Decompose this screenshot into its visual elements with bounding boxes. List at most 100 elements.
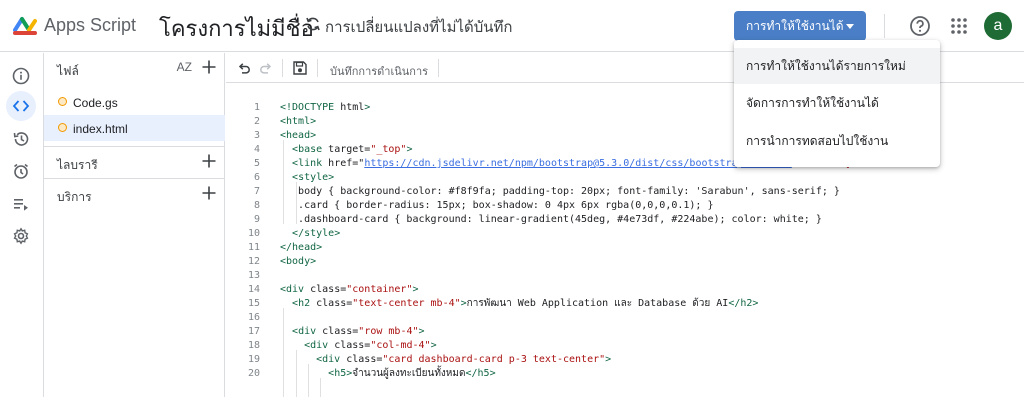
undo-icon[interactable] bbox=[236, 60, 252, 76]
code-text: <h2 class="text-center mb-4">การพัฒนา We… bbox=[292, 298, 759, 309]
add-library-icon[interactable] bbox=[201, 153, 217, 169]
line-number: 10 bbox=[247, 228, 260, 239]
line-number: 7 bbox=[253, 186, 260, 197]
code-text: <h5>จำนวนผู้ลงทะเบียนทั้งหมด</h5> bbox=[328, 368, 496, 379]
code-line: 12 <body> bbox=[226, 255, 1024, 269]
gear-icon bbox=[13, 227, 29, 245]
sort-files-button[interactable]: AZ bbox=[177, 60, 192, 74]
code-text: <div class="col-md-4"> bbox=[304, 340, 437, 351]
line-number: 1 bbox=[253, 102, 260, 113]
new-deployment-item[interactable]: การทำให้ใช้งานได้รายการใหม่ bbox=[734, 48, 940, 84]
code-line: 20 <h5>จำนวนผู้ลงทะเบียนทั้งหมด</h5> bbox=[226, 367, 1024, 381]
services-header-label: บริการ bbox=[57, 190, 92, 204]
files-header-label: ไฟล์ bbox=[57, 64, 79, 78]
code-text: </head> bbox=[280, 242, 323, 253]
file-status-icon bbox=[58, 123, 67, 132]
code-text: <html> bbox=[280, 116, 317, 127]
line-number: 9 bbox=[253, 214, 260, 225]
libraries-header: ไลบรารี bbox=[44, 147, 225, 177]
manage-deployments-item[interactable]: จัดการการทำให้ใช้งานได้ bbox=[734, 85, 940, 121]
left-rail bbox=[0, 53, 44, 397]
code-text: </style> bbox=[292, 228, 341, 239]
divider bbox=[438, 59, 439, 77]
code-line: 10 </style> bbox=[226, 227, 1024, 241]
file-status-icon bbox=[58, 97, 67, 106]
divider bbox=[317, 59, 318, 77]
avatar[interactable]: a bbox=[984, 12, 1012, 40]
code-text: <div class="card dashboard-card p-3 text… bbox=[316, 354, 612, 365]
chevron-down-icon bbox=[846, 24, 854, 29]
rail-overview[interactable] bbox=[6, 61, 36, 91]
line-number: 15 bbox=[247, 298, 260, 309]
line-number: 6 bbox=[253, 172, 260, 183]
apps-script-logo-icon[interactable] bbox=[12, 13, 38, 39]
code-line: 6 <style> bbox=[226, 171, 1024, 185]
code-line: 7 body { background-color: #f8f9fa; padd… bbox=[226, 185, 1024, 199]
google-apps-icon[interactable] bbox=[950, 17, 968, 35]
redo-icon[interactable] bbox=[258, 60, 274, 76]
line-number: 18 bbox=[247, 340, 260, 351]
add-service-icon[interactable] bbox=[201, 185, 217, 201]
code-text: .card { border-radius: 15px; box-shadow:… bbox=[280, 200, 714, 211]
code-text: <div class="row mb-4"> bbox=[292, 326, 425, 337]
code-line: 9 .dashboard-card { background: linear-g… bbox=[226, 213, 1024, 227]
code-text: <base target="_top"> bbox=[292, 144, 413, 155]
file-item-index-html[interactable]: index.html bbox=[44, 115, 225, 141]
rail-triggers[interactable] bbox=[6, 156, 36, 186]
code-text: <!DOCTYPE html> bbox=[280, 102, 371, 113]
rail-editor[interactable] bbox=[6, 91, 36, 121]
line-number: 2 bbox=[253, 116, 260, 127]
deploy-button[interactable]: การทำให้ใช้งานได้ bbox=[734, 11, 866, 41]
save-status: การเปลี่ยนแปลงที่ไม่ได้บันทึก bbox=[325, 19, 513, 36]
alarm-icon bbox=[14, 163, 28, 179]
divider bbox=[282, 59, 283, 77]
code-line: 13 bbox=[226, 269, 1024, 283]
project-title[interactable]: โครงการไม่มีชื่อ bbox=[159, 11, 314, 46]
line-number: 5 bbox=[253, 158, 260, 169]
sync-icon bbox=[306, 17, 320, 31]
code-text: <head> bbox=[280, 130, 317, 141]
line-number: 12 bbox=[247, 256, 260, 267]
add-file-icon[interactable] bbox=[201, 59, 217, 75]
code-text: .dashboard-card { background: linear-gra… bbox=[280, 214, 822, 225]
code-line: 16 bbox=[226, 311, 1024, 325]
rail-executions[interactable] bbox=[6, 189, 36, 219]
save-icon[interactable] bbox=[292, 60, 308, 76]
line-number: 8 bbox=[253, 200, 260, 211]
code-line: 17 <div class="row mb-4"> bbox=[226, 325, 1024, 339]
line-number: 11 bbox=[247, 242, 260, 253]
execution-log-button[interactable]: บันทึกการดำเนินการ bbox=[330, 62, 428, 80]
code-line: 8 .card { border-radius: 15px; box-shado… bbox=[226, 199, 1024, 213]
code-text: <style> bbox=[292, 172, 335, 183]
rail-settings[interactable] bbox=[6, 221, 36, 251]
file-name: index.html bbox=[73, 122, 128, 136]
deploy-menu: การทำให้ใช้งานได้รายการใหม่ จัดการการทำใ… bbox=[734, 40, 940, 167]
line-number: 19 bbox=[247, 354, 260, 365]
help-icon[interactable] bbox=[909, 15, 931, 37]
code-line: 18 <div class="col-md-4"> bbox=[226, 339, 1024, 353]
files-sidebar: ไฟล์ AZ Code.gs index.html ไลบรารี บริกา… bbox=[44, 53, 225, 397]
files-header: ไฟล์ AZ bbox=[44, 53, 225, 83]
line-number: 13 bbox=[247, 270, 260, 281]
code-line: 14 <div class="container"> bbox=[226, 283, 1024, 297]
line-number: 20 bbox=[247, 368, 260, 379]
line-number: 3 bbox=[253, 130, 260, 141]
file-item-code-gs[interactable]: Code.gs bbox=[44, 89, 225, 115]
deploy-button-label: การทำให้ใช้งานได้ bbox=[746, 18, 844, 33]
line-number: 16 bbox=[247, 312, 260, 323]
libraries-header-label: ไลบรารี bbox=[57, 158, 98, 172]
info-icon bbox=[12, 67, 30, 85]
code-text: body { background-color: #f8f9fa; paddin… bbox=[280, 186, 840, 197]
line-number: 17 bbox=[247, 326, 260, 337]
services-header: บริการ bbox=[44, 179, 225, 209]
rail-history[interactable] bbox=[6, 124, 36, 154]
divider bbox=[884, 14, 885, 38]
executions-icon bbox=[14, 199, 28, 211]
line-number: 14 bbox=[247, 284, 260, 295]
brand-name[interactable]: Apps Script bbox=[44, 15, 136, 36]
code-line: 19 <div class="card dashboard-card p-3 t… bbox=[226, 353, 1024, 367]
line-number: 4 bbox=[253, 144, 260, 155]
file-name: Code.gs bbox=[73, 96, 118, 110]
code-icon bbox=[12, 100, 30, 112]
test-deployment-item[interactable]: การนำการทดสอบไปใช้งาน bbox=[734, 123, 940, 159]
